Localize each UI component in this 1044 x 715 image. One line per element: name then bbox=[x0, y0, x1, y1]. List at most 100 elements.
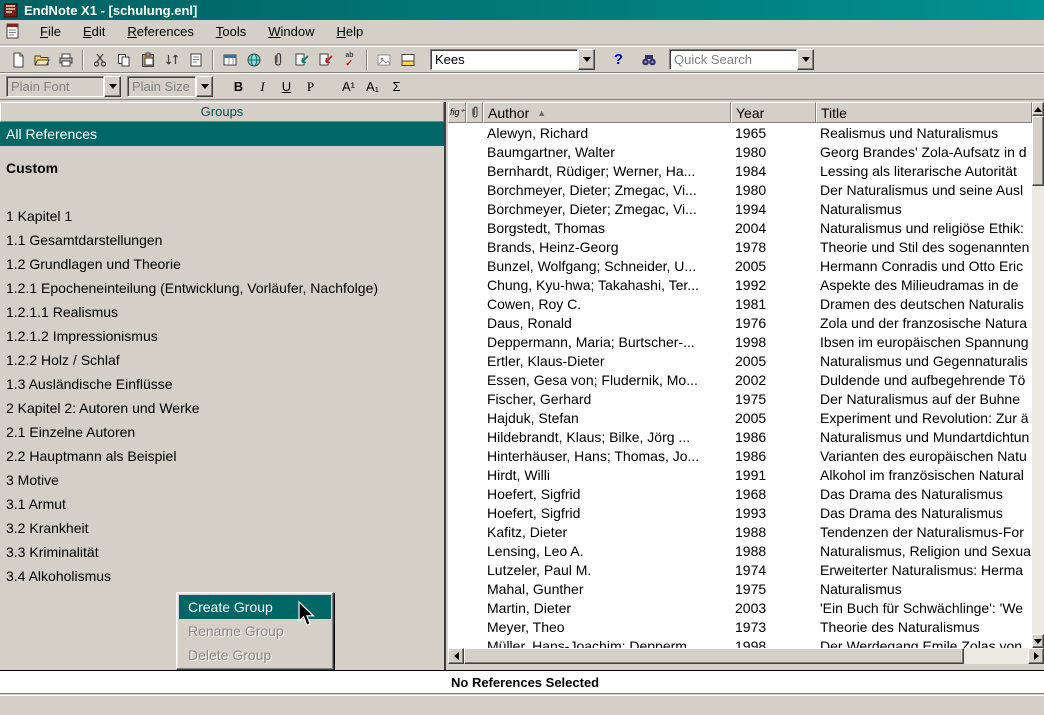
group-item[interactable]: 1.2.1.1 Realismus bbox=[0, 300, 444, 324]
context-menu-item-create-group[interactable]: Create Group bbox=[179, 595, 331, 619]
menu-tools[interactable]: Tools bbox=[205, 20, 257, 44]
group-item[interactable]: 2.1 Einzelne Autoren bbox=[0, 420, 444, 444]
column-header-title[interactable]: Title bbox=[816, 102, 1032, 123]
reference-row[interactable]: Mahal, Gunther1975Naturalismus bbox=[448, 579, 1032, 598]
menu-window[interactable]: Window bbox=[257, 20, 325, 44]
paste-button[interactable] bbox=[136, 49, 159, 71]
column-header-attachment[interactable] bbox=[466, 102, 483, 123]
horizontal-scrollbar[interactable] bbox=[448, 648, 1044, 664]
reference-row[interactable]: Ertler, Klaus-Dieter2005Naturalismus und… bbox=[448, 351, 1032, 370]
group-item[interactable]: 3.2 Krankheit bbox=[0, 516, 444, 540]
column-header-author[interactable]: Author ▲ bbox=[483, 102, 731, 123]
column-header-year[interactable]: Year bbox=[731, 102, 816, 123]
underline-button[interactable]: U bbox=[275, 76, 298, 98]
reference-row[interactable]: Borchmeyer, Dieter; Zmegac, Vi...1994Nat… bbox=[448, 199, 1032, 218]
scroll-up-button[interactable] bbox=[1032, 102, 1044, 116]
reference-row[interactable]: Meyer, Theo1973Theorie des Naturalismus bbox=[448, 617, 1032, 636]
reference-row[interactable]: Fischer, Gerhard1975Der Naturalismus auf… bbox=[448, 389, 1032, 408]
attach-file-button[interactable] bbox=[266, 49, 289, 71]
reference-row[interactable]: Hoefert, Sigfrid1968Das Drama des Natura… bbox=[448, 484, 1032, 503]
reference-row[interactable]: Hildebrandt, Klaus; Bilke, Jörg ...1986N… bbox=[448, 427, 1032, 446]
bold-button[interactable]: B bbox=[227, 76, 250, 98]
quick-search-combo[interactable]: Quick Search bbox=[669, 49, 814, 70]
group-item[interactable]: 3 Motive bbox=[0, 468, 444, 492]
group-item[interactable]: 1.3 Ausländische Einflüsse bbox=[0, 372, 444, 396]
open-library-button[interactable] bbox=[30, 49, 53, 71]
reference-row[interactable]: Brands, Heinz-Georg1978Theorie und Stil … bbox=[448, 237, 1032, 256]
group-item[interactable]: 3.1 Armut bbox=[0, 492, 444, 516]
reference-row[interactable]: Cowen, Roy C.1981Dramen des deutschen Na… bbox=[448, 294, 1032, 313]
scroll-down-button[interactable] bbox=[1032, 634, 1044, 648]
library-document-icon[interactable] bbox=[5, 23, 23, 41]
reference-row[interactable]: Borgstedt, Thomas2004Naturalismus und re… bbox=[448, 218, 1032, 237]
group-item[interactable]: 2.2 Hauptmann als Beispiel bbox=[0, 444, 444, 468]
group-item[interactable]: 1.2 Grundlagen und Theorie bbox=[0, 252, 444, 276]
chevron-down-icon[interactable] bbox=[797, 49, 814, 70]
find-button[interactable] bbox=[637, 49, 660, 71]
format-bibliography-button[interactable] bbox=[314, 49, 337, 71]
reference-row[interactable]: Bunzel, Wolfgang; Schneider, U...2005Her… bbox=[448, 256, 1032, 275]
spell-check-button[interactable]: ab✓ bbox=[338, 49, 361, 71]
sort-ascending-icon: ▲ bbox=[537, 108, 546, 118]
group-item[interactable]: 3.4 Alkoholismus bbox=[0, 564, 444, 588]
reference-row[interactable]: Baumgartner, Walter1980Georg Brandes' Zo… bbox=[448, 142, 1032, 161]
menu-edit[interactable]: Edit bbox=[72, 20, 116, 44]
window-title: EndNote X1 - [schulung.enl] bbox=[24, 3, 197, 18]
column-header-figure[interactable]: fig⁺ bbox=[448, 102, 466, 123]
reference-row[interactable]: Lutzeler, Paul M.1974Erweiterter Natural… bbox=[448, 560, 1032, 579]
vertical-scroll-thumb[interactable] bbox=[1032, 116, 1044, 186]
reference-row[interactable]: Essen, Gesa von; Fludernik, Mo...2002Dul… bbox=[448, 370, 1032, 389]
copy-button[interactable] bbox=[112, 49, 135, 71]
horizontal-scroll-thumb[interactable] bbox=[464, 648, 964, 664]
reference-style-combo[interactable]: Kees bbox=[430, 49, 595, 70]
copy-formatted-button[interactable] bbox=[184, 49, 207, 71]
reference-row[interactable]: Müller, Hans-Joachim; Depperm...1998Der … bbox=[448, 636, 1032, 648]
scroll-left-button[interactable] bbox=[448, 648, 464, 664]
subscript-button[interactable]: A₁ bbox=[361, 76, 384, 98]
reference-row[interactable]: Daus, Ronald1976Zola und der franzosisch… bbox=[448, 313, 1032, 332]
reference-row[interactable]: Borchmeyer, Dieter; Zmegac, Vi...1980Der… bbox=[448, 180, 1032, 199]
vertical-scrollbar[interactable] bbox=[1032, 102, 1044, 648]
group-item[interactable]: 1.2.2 Holz / Schlaf bbox=[0, 348, 444, 372]
italic-button[interactable]: I bbox=[251, 76, 274, 98]
font-combo-value: Plain Font bbox=[11, 79, 70, 94]
print-button[interactable] bbox=[54, 49, 77, 71]
show-all-fields-button[interactable] bbox=[218, 49, 241, 71]
up-arrow-icon bbox=[1034, 107, 1042, 112]
group-all-references[interactable]: All References bbox=[0, 122, 444, 146]
symbol-button[interactable]: Σ bbox=[385, 76, 408, 98]
reference-row[interactable]: Deppermann, Maria; Burtscher-...1998Ibse… bbox=[448, 332, 1032, 351]
group-item[interactable]: 3.3 Kriminalität bbox=[0, 540, 444, 564]
reference-row[interactable]: Kafitz, Dieter1988Tendenzen der Naturali… bbox=[448, 522, 1032, 541]
superscript-button[interactable]: A¹ bbox=[337, 76, 360, 98]
group-item[interactable]: 1 Kapitel 1 bbox=[0, 204, 444, 228]
menu-references[interactable]: References bbox=[116, 20, 204, 44]
chevron-down-icon[interactable] bbox=[578, 49, 595, 70]
title-bar[interactable]: EndNote X1 - [schulung.enl] bbox=[0, 0, 1044, 20]
insert-image-button[interactable] bbox=[372, 49, 395, 71]
new-reference-button[interactable] bbox=[6, 49, 29, 71]
reference-row[interactable]: Lensing, Leo A.1988Naturalismus, Religio… bbox=[448, 541, 1032, 560]
show-preview-button[interactable] bbox=[396, 49, 419, 71]
group-item[interactable]: 1.2.1 Epocheneinteilung (Entwicklung, Vo… bbox=[0, 276, 444, 300]
cut-button[interactable] bbox=[88, 49, 111, 71]
online-search-button[interactable] bbox=[242, 49, 265, 71]
scroll-right-button[interactable] bbox=[1028, 648, 1044, 664]
sort-button[interactable] bbox=[160, 49, 183, 71]
menu-help[interactable]: Help bbox=[325, 20, 374, 44]
reference-row[interactable]: Alewyn, Richard1965Realismus und Natural… bbox=[448, 123, 1032, 142]
insert-citation-button[interactable] bbox=[290, 49, 313, 71]
reference-row[interactable]: Hajduk, Stefan2005Experiment und Revolut… bbox=[448, 408, 1032, 427]
reference-row[interactable]: Hirdt, Willi1991Alkohol im französischen… bbox=[448, 465, 1032, 484]
group-item[interactable]: 2 Kapitel 2: Autoren und Werke bbox=[0, 396, 444, 420]
help-button[interactable]: ? bbox=[607, 49, 630, 71]
plain-text-button[interactable]: P bbox=[299, 76, 322, 98]
group-item[interactable]: 1.1 Gesamtdarstellungen bbox=[0, 228, 444, 252]
reference-row[interactable]: Hoefert, Sigfrid1993Das Drama des Natura… bbox=[448, 503, 1032, 522]
menu-file[interactable]: File bbox=[29, 20, 72, 44]
reference-row[interactable]: Hinterhäuser, Hans; Thomas, Jo...1986Var… bbox=[448, 446, 1032, 465]
group-item[interactable]: 1.2.1.2 Impressionismus bbox=[0, 324, 444, 348]
reference-row[interactable]: Martin, Dieter2003'Ein Buch für Schwächl… bbox=[448, 598, 1032, 617]
reference-row[interactable]: Chung, Kyu-hwa; Takahashi, Ter...1992Asp… bbox=[448, 275, 1032, 294]
reference-row[interactable]: Bernhardt, Rüdiger; Werner, Ha...1984Les… bbox=[448, 161, 1032, 180]
